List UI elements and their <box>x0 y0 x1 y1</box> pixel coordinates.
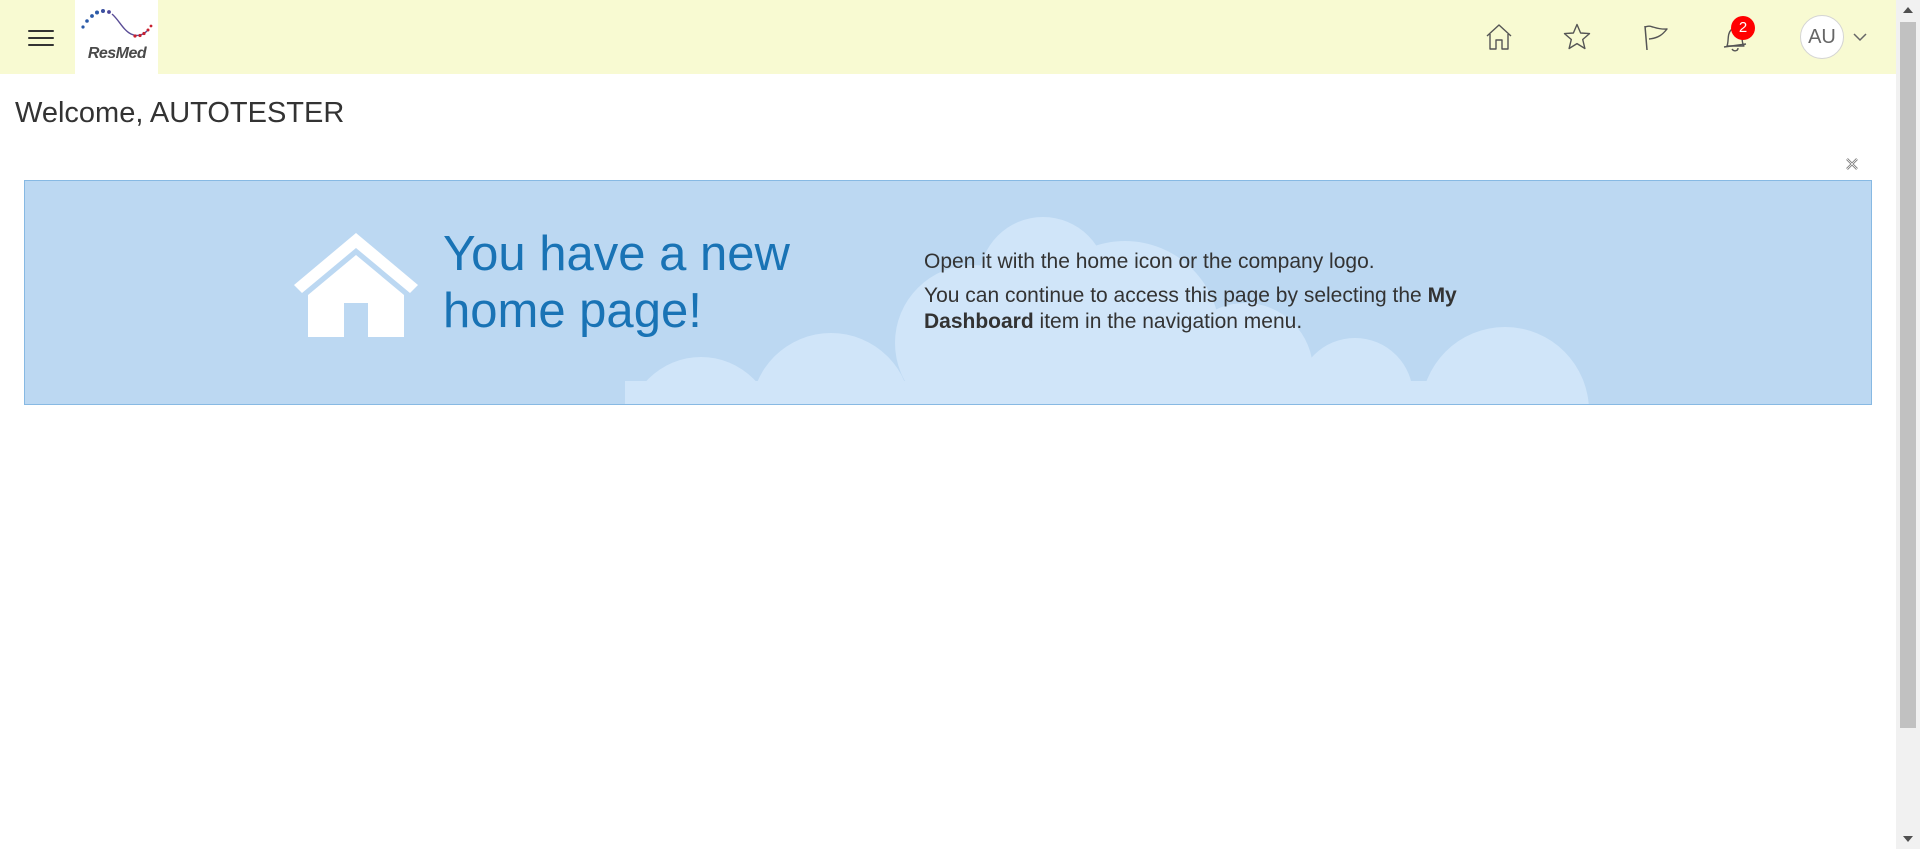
chevron-down-icon[interactable] <box>1852 30 1868 44</box>
banner-line-2-prefix: You can continue to access this page by … <box>924 284 1428 307</box>
page-title: Welcome, AUTOTESTER <box>15 97 345 129</box>
scrollbar-thumb[interactable] <box>1900 22 1916 728</box>
user-avatar[interactable]: AU <box>1800 15 1844 59</box>
banner-line-1: Open it with the home icon or the compan… <box>924 250 1375 273</box>
scroll-up-arrow-icon[interactable] <box>1896 0 1920 20</box>
logo-text: ResMed <box>87 45 147 62</box>
banner-line-2: You can continue to access this page by … <box>924 283 1544 335</box>
vertical-scrollbar[interactable] <box>1896 0 1920 849</box>
banner-line-2-suffix: item in the navigation menu. <box>1033 310 1303 333</box>
top-navigation-bar: ResMed 2 AU <box>0 0 1896 74</box>
notification-badge: 2 <box>1731 16 1755 40</box>
hamburger-menu-icon[interactable] <box>26 27 58 49</box>
scroll-down-arrow-icon[interactable] <box>1896 829 1920 849</box>
banner-message: Open it with the home icon or the compan… <box>924 249 1544 343</box>
close-icon[interactable] <box>1844 156 1860 172</box>
star-icon[interactable] <box>1558 18 1596 56</box>
new-homepage-banner: You have a new home page! Open it with t… <box>24 180 1872 405</box>
company-logo[interactable]: ResMed <box>75 0 158 74</box>
banner-headline: You have a new home page! <box>443 227 790 338</box>
home-icon <box>294 233 418 337</box>
home-icon[interactable] <box>1480 18 1518 56</box>
flag-icon[interactable] <box>1637 18 1675 56</box>
logo-wave-icon <box>81 9 153 38</box>
